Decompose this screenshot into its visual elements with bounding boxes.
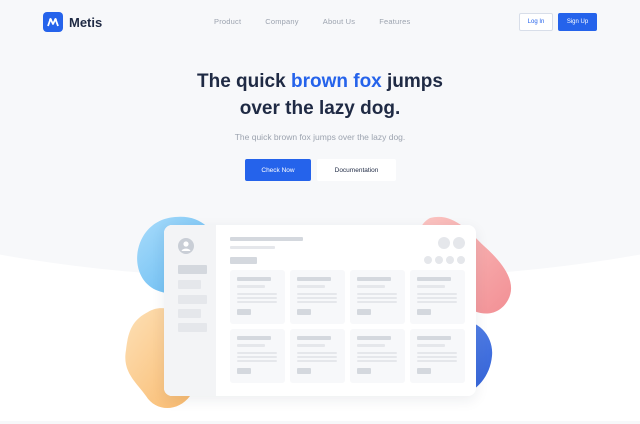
nav-item-product[interactable]: Product	[214, 17, 241, 26]
nav-item-features[interactable]: Features	[379, 17, 410, 26]
hero-title-part1: The quick	[197, 71, 291, 92]
mockup-sidebar	[164, 225, 216, 396]
nav-item-company[interactable]: Company	[265, 17, 299, 26]
dashboard-mockup	[164, 225, 476, 396]
hero-subtitle: The quick brown fox jumps over the lazy …	[234, 132, 406, 142]
check-now-button[interactable]: Check Now	[245, 159, 311, 181]
hero-title-part2: jumps	[381, 71, 443, 92]
main-nav: Product Company About Us Features	[214, 17, 434, 26]
signup-button[interactable]: Sign Up	[558, 13, 597, 31]
logo-icon	[43, 12, 63, 32]
site-header: Metis Product Company About Us Features …	[0, 0, 640, 44]
hero-title-accent: brown fox	[290, 71, 382, 92]
avatar-icon	[178, 238, 194, 254]
login-button[interactable]: Log In	[519, 13, 553, 31]
nav-item-about-us[interactable]: About Us	[323, 17, 355, 26]
hero-title: The quick brown fox jumps over the lazy …	[0, 68, 640, 122]
brand-name: Metis	[69, 14, 103, 30]
hero-title-line2: over the lazy dog.	[239, 98, 401, 119]
brand-logo[interactable]: Metis	[43, 12, 102, 32]
documentation-button[interactable]: Documentation	[317, 159, 396, 181]
